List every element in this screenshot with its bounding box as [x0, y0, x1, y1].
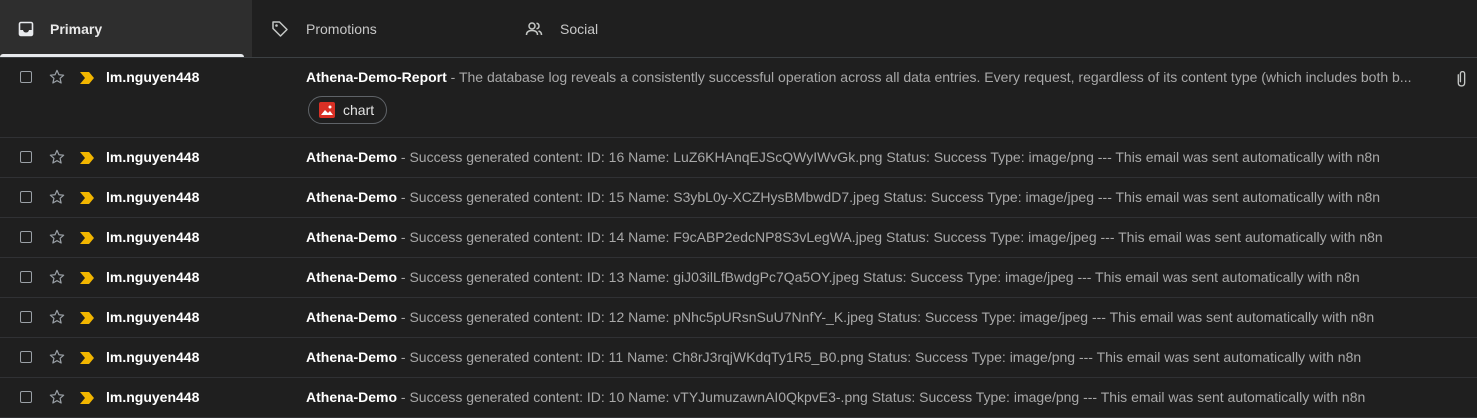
email-subject: Athena-Demo: [306, 309, 398, 325]
star-icon[interactable]: [48, 268, 66, 286]
inbox-category-tabs: Primary Promotions Social: [0, 0, 1477, 58]
email-content: Athena-Demo - Success generated content:…: [306, 189, 1441, 205]
important-marker-icon[interactable]: [80, 231, 94, 244]
people-icon: [524, 19, 544, 39]
email-row[interactable]: lm.nguyen448 Athena-Demo - Success genera…: [0, 378, 1477, 418]
email-row[interactable]: lm.nguyen448 Athena-Demo - Success genera…: [0, 178, 1477, 218]
important-marker-icon[interactable]: [80, 351, 94, 364]
email-snippet: - Success generated content: ID: 12 Name…: [397, 309, 1375, 325]
important-marker-icon[interactable]: [80, 271, 94, 284]
email-subject: Athena-Demo: [306, 149, 398, 165]
star-icon[interactable]: [48, 188, 66, 206]
email-row[interactable]: lm.nguyen448 Athena-Demo-Report - The dat…: [0, 58, 1477, 138]
email-sender: lm.nguyen448: [106, 349, 200, 365]
select-checkbox[interactable]: [20, 231, 32, 243]
email-content: Athena-Demo-Report - The database log re…: [306, 69, 1441, 85]
select-checkbox[interactable]: [20, 191, 32, 203]
email-sender: lm.nguyen448: [106, 189, 200, 205]
email-row[interactable]: lm.nguyen448 Athena-Demo - Success genera…: [0, 138, 1477, 178]
email-content: Athena-Demo - Success generated content:…: [306, 309, 1441, 325]
important-marker-icon[interactable]: [80, 311, 94, 324]
email-subject: Athena-Demo: [306, 189, 398, 205]
important-marker-icon[interactable]: [80, 391, 94, 404]
email-snippet: - Success generated content: ID: 15 Name…: [397, 189, 1381, 205]
email-snippet: - Success generated content: ID: 13 Name…: [397, 269, 1360, 285]
inbox-icon: [16, 19, 36, 39]
email-sender: lm.nguyen448: [106, 389, 200, 405]
star-icon[interactable]: [48, 228, 66, 246]
select-checkbox[interactable]: [20, 311, 32, 323]
email-snippet: - Success generated content: ID: 10 Name…: [397, 389, 1366, 405]
email-row[interactable]: lm.nguyen448 Athena-Demo - Success genera…: [0, 258, 1477, 298]
email-list: lm.nguyen448 Athena-Demo-Report - The dat…: [0, 58, 1477, 418]
email-sender: lm.nguyen448: [106, 269, 200, 285]
email-snippet: - Success generated content: ID: 11 Name…: [397, 349, 1362, 365]
attachment-name: chart: [343, 102, 375, 118]
tab-social[interactable]: Social: [504, 0, 756, 57]
star-icon[interactable]: [48, 68, 66, 86]
email-content: Athena-Demo - Success generated content:…: [306, 229, 1441, 245]
tab-promotions-label: Promotions: [306, 20, 377, 37]
select-checkbox[interactable]: [20, 351, 32, 363]
email-subject: Athena-Demo: [306, 349, 398, 365]
email-snippet: - Success generated content: ID: 16 Name…: [397, 149, 1380, 165]
paperclip-icon: [1453, 69, 1471, 87]
important-marker-icon[interactable]: [80, 151, 94, 164]
email-content: Athena-Demo - Success generated content:…: [306, 349, 1441, 365]
email-sender: lm.nguyen448: [106, 309, 200, 325]
image-file-icon: [319, 102, 335, 118]
email-content: Athena-Demo - Success generated content:…: [306, 149, 1441, 165]
email-row[interactable]: lm.nguyen448 Athena-Demo - Success genera…: [0, 338, 1477, 378]
important-marker-icon[interactable]: [80, 191, 94, 204]
select-checkbox[interactable]: [20, 151, 32, 163]
email-subject: Athena-Demo: [306, 269, 398, 285]
email-content: Athena-Demo - Success generated content:…: [306, 389, 1441, 405]
star-icon[interactable]: [48, 148, 66, 166]
email-snippet: - The database log reveals a consistentl…: [446, 69, 1412, 85]
email-snippet: - Success generated content: ID: 14 Name…: [397, 229, 1383, 245]
tab-promotions[interactable]: Promotions: [252, 0, 504, 57]
email-subject: Athena-Demo: [306, 389, 398, 405]
email-content: Athena-Demo - Success generated content:…: [306, 269, 1441, 285]
email-subject: Athena-Demo: [306, 229, 398, 245]
select-checkbox[interactable]: [20, 391, 32, 403]
select-checkbox[interactable]: [20, 271, 32, 283]
email-row[interactable]: lm.nguyen448 Athena-Demo - Success genera…: [0, 218, 1477, 258]
tab-social-label: Social: [560, 20, 599, 37]
email-row[interactable]: lm.nguyen448 Athena-Demo - Success genera…: [0, 298, 1477, 338]
email-sender: lm.nguyen448: [106, 149, 200, 165]
tag-icon: [270, 19, 290, 39]
email-subject: Athena-Demo-Report: [306, 69, 447, 85]
important-marker-icon[interactable]: [80, 71, 94, 84]
attachment-chip[interactable]: chart: [308, 96, 388, 124]
email-sender: lm.nguyen448: [106, 229, 200, 245]
star-icon[interactable]: [48, 308, 66, 326]
tab-primary-label: Primary: [50, 20, 103, 37]
email-sender: lm.nguyen448: [106, 69, 200, 85]
star-icon[interactable]: [48, 388, 66, 406]
tab-primary[interactable]: Primary: [0, 0, 252, 57]
star-icon[interactable]: [48, 348, 66, 366]
select-checkbox[interactable]: [20, 71, 32, 83]
active-tab-indicator: [0, 54, 244, 57]
